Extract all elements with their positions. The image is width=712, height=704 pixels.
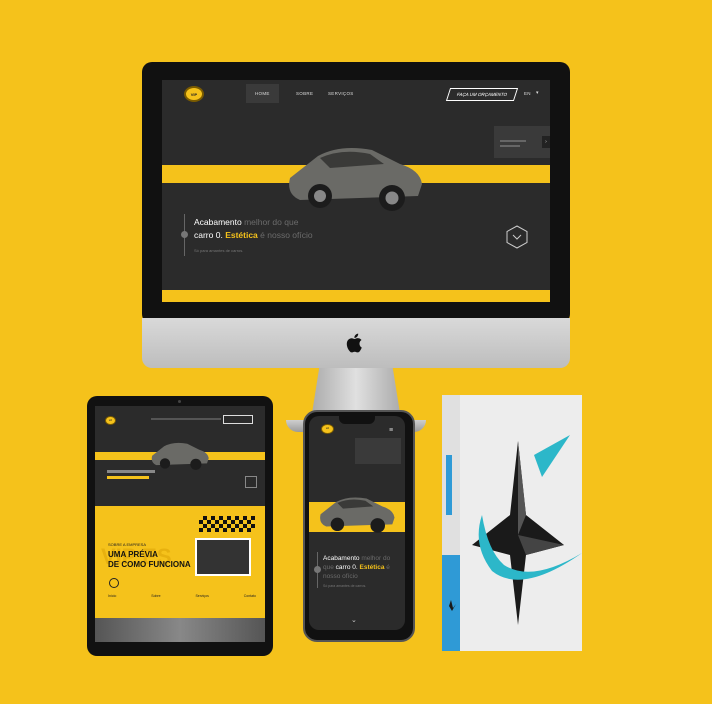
hero-headline: Acabamento melhor do que carro 0. Estéti… <box>194 217 313 240</box>
nav-home[interactable]: HOME <box>246 84 279 103</box>
scroll-down-button[interactable] <box>506 225 528 249</box>
quote-button[interactable] <box>223 415 253 424</box>
phone-notch <box>339 416 375 424</box>
car-image <box>151 442 209 470</box>
hero-headline-line <box>107 476 149 479</box>
brand-logo-icon[interactable]: VIP <box>321 424 334 434</box>
brand-logo-icon[interactable]: VIP <box>105 416 116 425</box>
apple-logo-icon <box>346 333 362 353</box>
info-card-line <box>500 140 526 142</box>
car-image <box>289 148 422 211</box>
chevron-right-icon[interactable]: › <box>542 136 550 148</box>
scroll-down-button[interactable] <box>245 476 257 488</box>
tablet-camera <box>178 400 181 403</box>
tablet-screen: VIP VIP ES SOBRE A EMPRESA UMA PRÉVIA DE… <box>95 406 265 642</box>
hero-subtitle: Só para amantes de carros. <box>323 584 367 588</box>
hero-headline-line <box>107 470 155 473</box>
bottom-image <box>95 618 265 642</box>
hero-subtitle: Só para amantes de carros. <box>194 248 244 253</box>
about-section: VIP ES SOBRE A EMPRESA UMA PRÉVIA DE COM… <box>95 506 265 618</box>
phone-screen: VIP ≡ Acabamento melhor do que carro 0. … <box>309 416 405 630</box>
slide-indicator[interactable] <box>181 231 188 238</box>
chevron-down-icon[interactable]: ▾ <box>536 90 539 96</box>
chevron-down-icon[interactable]: ⌄ <box>351 616 357 624</box>
menu-item[interactable]: Sobre <box>151 594 160 598</box>
about-photo <box>195 538 251 576</box>
menu-item[interactable]: Serviços <box>195 594 208 598</box>
slide-indicator[interactable] <box>314 566 321 573</box>
hero-headline: Acabamento melhor do que carro 0. Estéti… <box>323 555 391 580</box>
car-image <box>320 497 395 533</box>
menu-item[interactable]: Início <box>108 594 116 598</box>
hamburger-menu-icon[interactable]: ≡ <box>389 427 393 434</box>
tablet-nav <box>151 418 221 420</box>
footer-stripe <box>162 290 550 302</box>
nav-services[interactable]: SERVIÇOS <box>328 91 354 96</box>
play-icon[interactable] <box>109 578 119 588</box>
info-card <box>355 438 401 464</box>
brand-logo-icon[interactable]: VIP <box>184 86 204 102</box>
brand-book <box>442 395 582 651</box>
info-card-line <box>500 145 520 147</box>
language-selector[interactable]: EN <box>524 91 531 96</box>
section-kicker: SOBRE A EMPRESA <box>108 542 147 547</box>
section-heading-1: UMA PRÉVIA <box>108 550 158 559</box>
section-heading-2: DE COMO FUNCIONA <box>108 560 191 569</box>
desktop-screen: VIP HOME SOBRE SERVIÇOS FAÇA UM ORÇAMENT… <box>162 80 550 302</box>
tablet-menu: Início Sobre Serviços Contato <box>108 594 256 598</box>
checkered-flag-icon <box>199 516 255 532</box>
nav-about[interactable]: SOBRE <box>296 91 313 96</box>
desktop-nav: VIP HOME SOBRE SERVIÇOS FAÇA UM ORÇAMENT… <box>162 80 550 106</box>
menu-item[interactable]: Contato <box>244 594 256 598</box>
info-card: › <box>494 126 550 158</box>
quote-button[interactable]: FAÇA UM ORÇAMENTO <box>445 88 519 101</box>
